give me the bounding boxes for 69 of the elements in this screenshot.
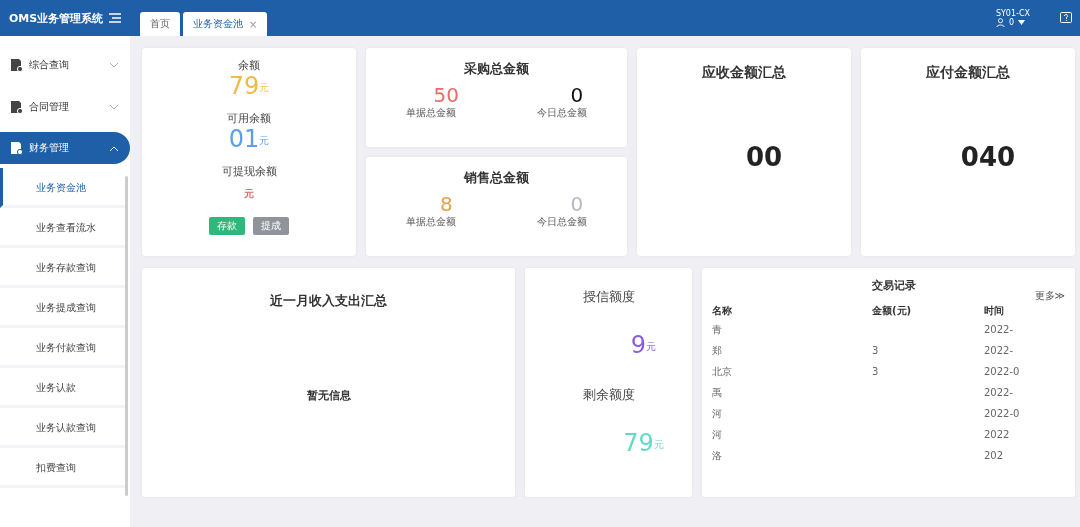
sidebar-group[interactable]: 合同管理 [0,86,130,128]
chevron-icon [110,104,118,110]
card-title: 交易记录 [870,278,917,293]
column-header: 名称 [712,304,733,318]
user-code: SY01-CX [995,9,1030,18]
table-cell: 禹 [712,386,722,398]
table-cell: 202 [984,450,1004,461]
currency-unit: 元 [646,341,657,352]
balance-amount: 79 [228,73,260,99]
table-cell: 2022- [984,387,1014,398]
app-title: OMS业务管理系统 [8,10,104,26]
table-cell: 河 [712,428,722,440]
table-cell: 2022- [984,324,1014,335]
stat-amount: 0 [569,193,584,215]
table-cell: 北京 [712,365,732,377]
user-icon [995,18,1005,27]
credit-amount: 9 [630,332,647,358]
sidebar-group[interactable]: 综合查询 [0,44,130,86]
credit-amount: 79 [623,430,654,456]
tab[interactable]: 首页 [140,12,180,36]
stat-label: 单据总金额 [406,106,457,120]
column-header: 时间 [984,304,1005,318]
stat-amount: 8 [438,193,453,215]
table-cell: 河 [712,407,722,419]
table-cell: 2022 [984,429,1010,440]
card-title: 采购总金额 [464,60,529,78]
card-title: 销售总金额 [464,169,529,187]
balance-amount: 01 [228,126,260,152]
balance-label: 可用余额 [227,111,271,126]
menu-icon[interactable] [109,13,122,23]
document-icon [10,58,23,72]
table-cell: 郑 [712,344,722,356]
tab[interactable]: 业务资金池 × [183,12,268,36]
table-cell: 洛 [712,449,722,461]
table-cell: 青 [712,323,722,335]
card-title: 应收金额汇总 [702,64,786,82]
credit-label: 剩余额度 [582,386,635,404]
table-cell: 2022-0 [984,408,1020,419]
card-title: 应付金额汇总 [926,64,1010,82]
chevron-icon [110,145,118,151]
help-icon[interactable] [1060,12,1072,24]
balance-label: 余额 [238,58,260,73]
table-cell: 3 [872,345,879,356]
credit-label: 授信额度 [582,288,635,306]
stat-label: 单据总金额 [406,215,457,229]
document-icon [10,100,23,114]
stat-amount: 50 [432,84,459,106]
document-icon [10,141,23,155]
column-header: 金额(元) [872,304,913,318]
sidebar-group[interactable]: 财务管理 [0,132,130,164]
balance-label: 可提现余额 [221,164,277,179]
user-name[interactable]: 0 [1008,18,1014,27]
table-cell: 2022- [984,345,1014,356]
table-cell: 2022-0 [984,366,1020,377]
empty-message: 暂无信息 [306,388,351,403]
card-title: 近一月收入支出汇总 [270,292,387,310]
currency-unit: 元 [653,439,664,450]
caret-icon[interactable] [1018,20,1025,25]
more-link[interactable]: 更多≫ [1034,289,1065,303]
chevron-icon [110,62,118,68]
stat-amount: 0 [569,84,584,106]
table-cell: 3 [872,366,879,377]
summary-amount: 040 [959,142,1016,172]
stat-label: 今日总金额 [536,215,587,229]
summary-amount: 00 [744,142,783,172]
currency-unit: 元 [259,82,270,93]
stat-label: 今日总金额 [536,106,587,120]
currency-unit: 元 [244,187,254,201]
currency-unit: 元 [259,135,270,146]
